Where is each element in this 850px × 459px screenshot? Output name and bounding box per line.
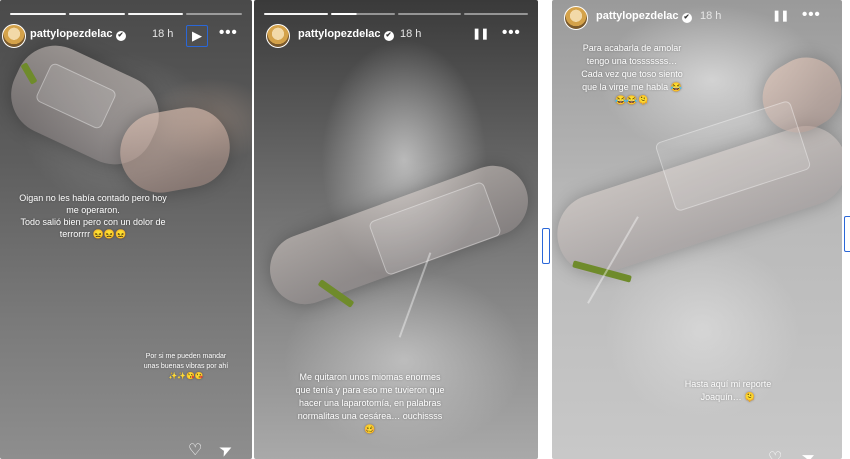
progress-segment bbox=[68, 13, 125, 15]
more-options-icon[interactable]: ••• bbox=[502, 24, 521, 41]
story-caption-main: Me quitaron unos miomas enormes que tení… bbox=[295, 372, 445, 434]
timestamp: 18 h bbox=[400, 28, 422, 40]
story-caption-main: Oigan no les había contado pero hoy me o… bbox=[19, 193, 167, 239]
story-caption-top: Para acabarla de amolar tengo una tossss… bbox=[581, 43, 683, 105]
progress-segment bbox=[330, 13, 395, 15]
send-icon[interactable]: ➤ bbox=[216, 438, 235, 459]
story-panel-3[interactable]: pattylopezdelac ✔ 18 h ❚❚ ••• Para acabar… bbox=[552, 0, 842, 459]
progress-segment bbox=[10, 13, 66, 15]
username-text[interactable]: pattylopezdelac bbox=[30, 28, 113, 40]
username-text[interactable]: pattylopezdelac bbox=[298, 28, 381, 40]
pause-icon: ❚❚ bbox=[772, 10, 789, 22]
verified-badge-icon: ✔ bbox=[115, 31, 126, 41]
like-heart-icon[interactable]: ♡ bbox=[768, 448, 782, 459]
story-progress-bar bbox=[254, 13, 538, 15]
next-story-marker[interactable] bbox=[844, 216, 850, 252]
prev-story-marker[interactable] bbox=[542, 228, 550, 264]
pause-button[interactable]: ❚❚ bbox=[772, 7, 789, 25]
username[interactable]: pattylopezdelac ✔ bbox=[298, 28, 394, 41]
avatar[interactable] bbox=[2, 24, 26, 48]
avatar[interactable] bbox=[266, 24, 290, 48]
verified-badge-icon: ✔ bbox=[681, 13, 692, 23]
more-options-icon[interactable]: ••• bbox=[802, 6, 821, 23]
story-panel-2[interactable]: pattylopezdelac ✔ 18 h ❚❚ ••• Me quitaron… bbox=[254, 0, 538, 459]
more-options-icon[interactable]: ••• bbox=[219, 24, 238, 41]
story-header: pattylopezdelac ✔ 18 h ▶ ••• bbox=[0, 22, 252, 52]
story-caption-small: Por si me pueden mandar unas buenas vibr… bbox=[143, 353, 229, 380]
play-icon: ▶ bbox=[192, 28, 202, 43]
progress-segment bbox=[464, 13, 528, 15]
send-icon[interactable]: ➤ bbox=[798, 446, 818, 459]
timestamp: 18 h bbox=[152, 28, 174, 40]
progress-segment bbox=[397, 13, 462, 15]
username[interactable]: pattylopezdelac ✔ bbox=[596, 10, 692, 23]
pause-icon: ❚❚ bbox=[472, 28, 489, 40]
verified-badge-icon: ✔ bbox=[383, 31, 394, 41]
story-progress-bar bbox=[0, 13, 252, 15]
progress-segment bbox=[186, 13, 242, 15]
progress-segment bbox=[264, 13, 328, 15]
avatar[interactable] bbox=[564, 6, 588, 30]
story-panel-1[interactable]: pattylopezdelac ✔ 18 h ▶ ••• Oigan no les… bbox=[0, 0, 252, 459]
timestamp: 18 h bbox=[700, 10, 722, 22]
story-caption-bottom: Hasta aquí mi reporte Joaquín… 🫠 bbox=[684, 379, 772, 402]
username-text[interactable]: pattylopezdelac bbox=[596, 10, 679, 22]
pause-button[interactable]: ❚❚ bbox=[472, 25, 489, 43]
story-header: pattylopezdelac ✔ 18 h ❚❚ ••• bbox=[552, 4, 842, 34]
play-button[interactable]: ▶ bbox=[186, 25, 208, 47]
like-heart-icon[interactable]: ♡ bbox=[188, 440, 202, 459]
progress-segment bbox=[127, 13, 184, 15]
username[interactable]: pattylopezdelac ✔ bbox=[30, 28, 126, 41]
story-header: pattylopezdelac ✔ 18 h ❚❚ ••• bbox=[254, 22, 538, 52]
